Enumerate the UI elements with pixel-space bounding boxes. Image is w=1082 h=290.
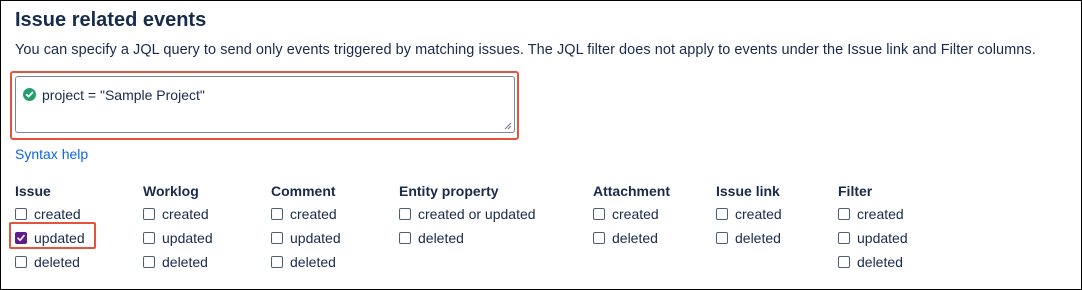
section-title: Issue related events [15,9,207,31]
checkbox[interactable] [143,208,155,220]
checkbox[interactable] [593,208,605,220]
option-created[interactable]: created [838,202,908,226]
checkbox[interactable] [838,232,850,244]
checkbox[interactable] [271,256,283,268]
option-created-or-updated[interactable]: created or updated [399,202,536,226]
column-header: Issue link [716,183,780,199]
option-label: created [290,206,337,222]
column-comment: Comment created updated deleted [271,183,341,274]
checkbox[interactable] [838,256,850,268]
checkbox[interactable] [271,232,283,244]
option-created[interactable]: created [716,202,782,226]
resize-handle-icon[interactable] [504,122,512,130]
checkbox[interactable] [143,256,155,268]
option-label: updated [290,230,341,246]
option-label: created [34,206,81,222]
checkbox[interactable] [15,208,27,220]
check-circle-icon [23,88,36,101]
checkbox[interactable] [399,232,411,244]
syntax-help-link[interactable]: Syntax help [15,146,88,162]
column-header: Worklog [143,183,199,199]
section-description: You can specify a JQL query to send only… [15,42,1036,58]
option-deleted[interactable]: deleted [838,250,908,274]
option-label: created [735,206,782,222]
column-header: Filter [838,183,873,199]
option-created[interactable]: created [593,202,670,226]
option-created[interactable]: created [271,202,341,226]
option-deleted[interactable]: deleted [399,226,536,250]
column-header: Attachment [593,183,671,199]
column-attachment: Attachment created deleted [593,183,670,250]
option-label: updated [857,230,908,246]
option-label: deleted [290,254,336,270]
option-label: deleted [34,254,80,270]
checkbox[interactable] [143,232,155,244]
checkbox[interactable] [716,232,728,244]
option-label: created [162,206,209,222]
option-deleted[interactable]: deleted [15,250,85,274]
column-header: Issue [15,183,51,199]
option-deleted[interactable]: deleted [593,226,670,250]
option-deleted[interactable]: deleted [716,226,782,250]
column-header: Comment [271,183,336,199]
column-issue-link: Issue link created deleted [716,183,782,250]
option-label: deleted [612,230,658,246]
checkbox[interactable] [716,208,728,220]
checkbox[interactable] [593,232,605,244]
option-created[interactable]: created [143,202,213,226]
column-entity-property: Entity property created or updated deleted [399,183,536,250]
column-header: Entity property [399,183,499,199]
checkbox[interactable] [15,256,27,268]
option-deleted[interactable]: deleted [143,250,213,274]
checkbox[interactable] [399,208,411,220]
column-worklog: Worklog created updated deleted [143,183,213,274]
option-deleted[interactable]: deleted [271,250,341,274]
option-label: created [857,206,904,222]
option-updated[interactable]: updated [143,226,213,250]
column-filter: Filter created updated deleted [838,183,908,274]
issue-events-panel: Issue related events You can specify a J… [0,0,1082,290]
option-label: updated [162,230,213,246]
option-label: created or updated [418,206,536,222]
jql-input[interactable]: project = "Sample Project" [15,76,515,133]
option-label: created [612,206,659,222]
option-updated[interactable]: updated [271,226,341,250]
updated-highlight-box [9,222,96,249]
option-label: deleted [162,254,208,270]
checkbox[interactable] [838,208,850,220]
option-updated[interactable]: updated [838,226,908,250]
option-label: deleted [418,230,464,246]
option-label: deleted [735,230,781,246]
checkbox[interactable] [271,208,283,220]
jql-query-text[interactable]: project = "Sample Project" [42,87,205,103]
option-label: deleted [857,254,903,270]
